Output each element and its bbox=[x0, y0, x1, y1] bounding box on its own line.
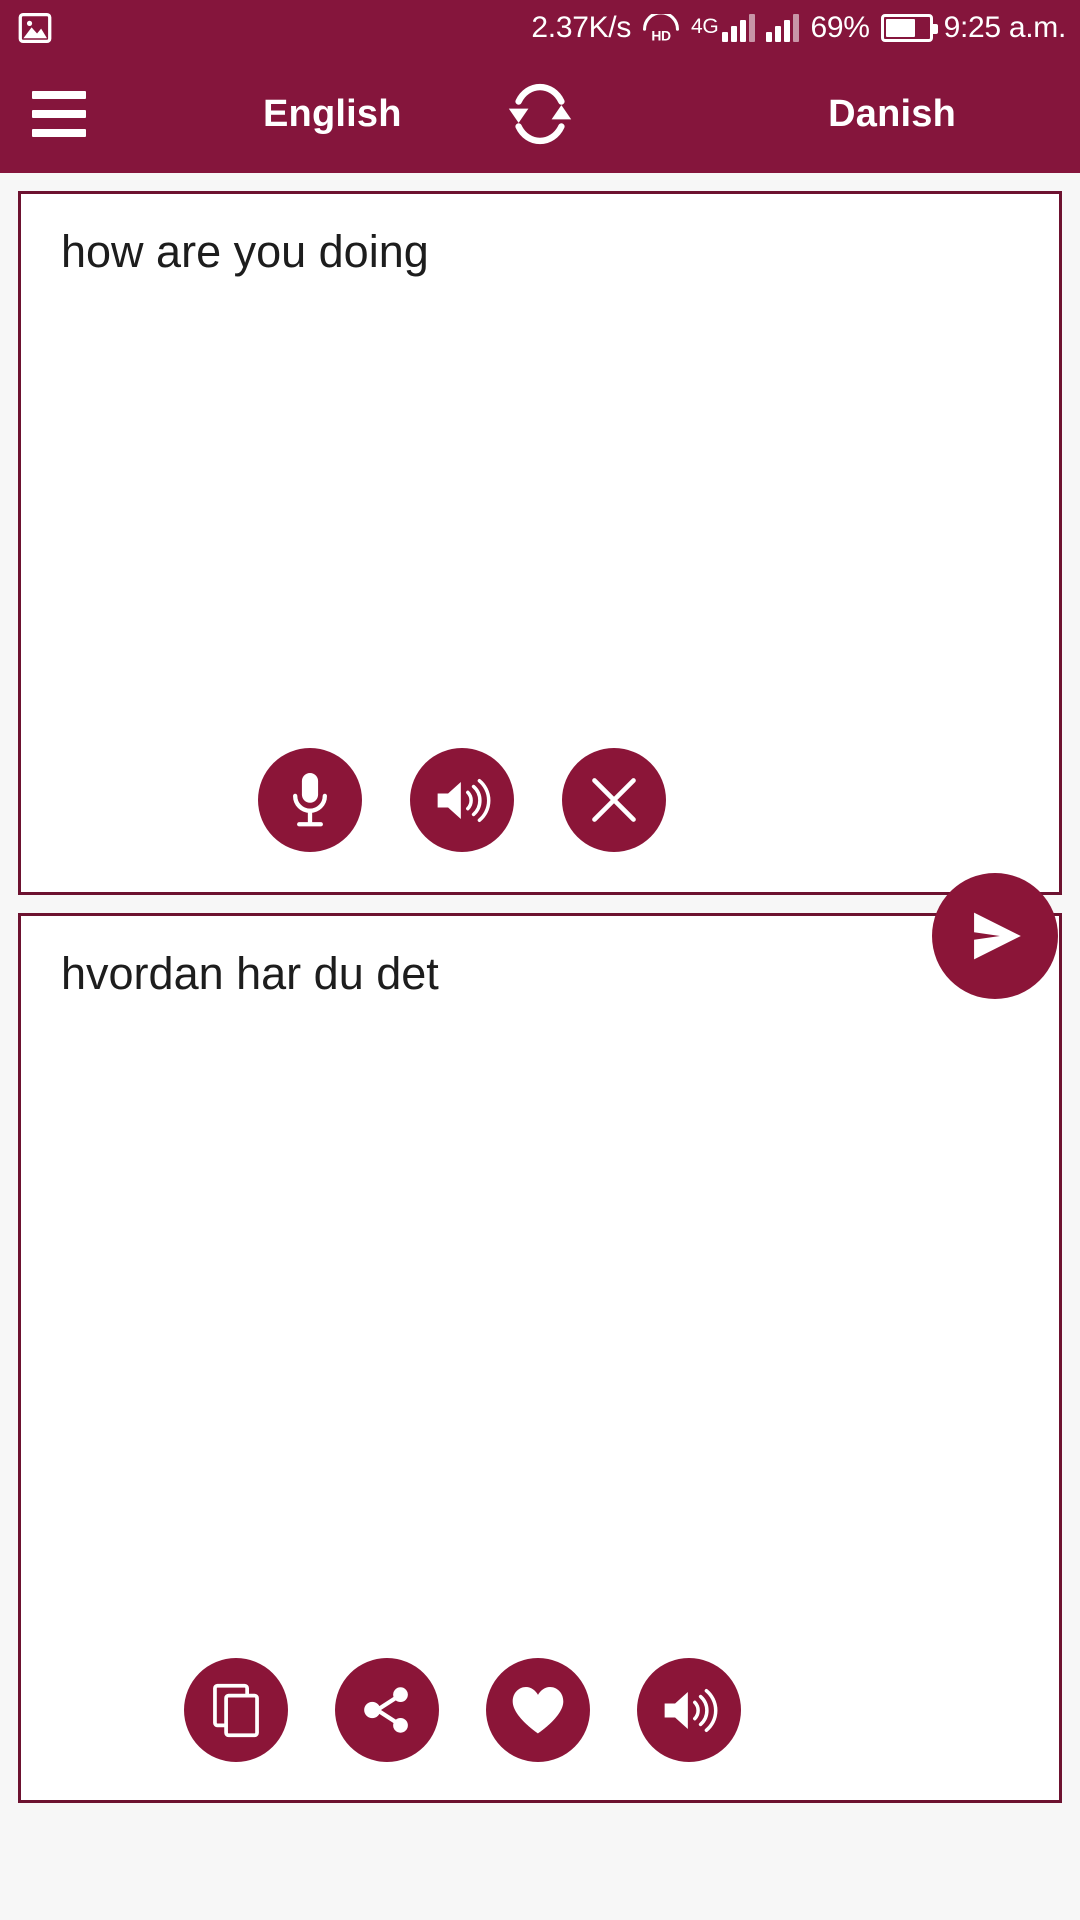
translate-send-button[interactable] bbox=[932, 873, 1058, 999]
hamburger-menu-icon[interactable] bbox=[32, 75, 110, 153]
source-action-row bbox=[258, 748, 666, 852]
main-content: how are you doing hvordan har du det bbox=[0, 173, 1080, 1920]
signal-bars-sim1 bbox=[722, 13, 756, 42]
signal-bars-sim2 bbox=[766, 13, 800, 42]
send-icon bbox=[963, 905, 1027, 967]
swap-languages-icon[interactable] bbox=[499, 73, 581, 155]
source-text-input[interactable]: how are you doing bbox=[61, 224, 1019, 280]
source-speak-button[interactable] bbox=[410, 748, 514, 852]
hd-call-icon: HD bbox=[642, 13, 680, 42]
network-speed-text: 2.37K/s bbox=[531, 10, 632, 44]
svg-text:HD: HD bbox=[651, 27, 671, 41]
target-action-row bbox=[184, 1658, 741, 1762]
battery-percent-text: 69% bbox=[810, 10, 870, 44]
copy-button[interactable] bbox=[184, 1658, 288, 1762]
copy-icon bbox=[210, 1682, 262, 1739]
favorite-button[interactable] bbox=[486, 1658, 590, 1762]
share-icon bbox=[360, 1683, 414, 1737]
status-bar-clock: 9:25 a.m. bbox=[943, 10, 1067, 44]
status-bar: 2.37K/s HD 4G 69% 9:25 a.m. bbox=[0, 0, 1080, 55]
battery-icon bbox=[880, 13, 938, 42]
translated-text-panel[interactable]: hvordan har du det bbox=[18, 913, 1062, 1803]
heart-icon bbox=[509, 1684, 567, 1737]
source-language-selector[interactable]: English bbox=[263, 93, 402, 136]
translated-text: hvordan har du det bbox=[61, 948, 439, 999]
gallery-icon bbox=[18, 12, 52, 43]
target-language-selector[interactable]: Danish bbox=[828, 93, 956, 136]
app-header: English Danish bbox=[0, 55, 1080, 173]
target-speak-button[interactable] bbox=[637, 1658, 741, 1762]
speaker-icon bbox=[660, 1686, 718, 1735]
mic-button[interactable] bbox=[258, 748, 362, 852]
signal-sim1-group: 4G bbox=[691, 13, 756, 42]
microphone-icon bbox=[286, 769, 334, 831]
close-icon bbox=[588, 774, 640, 826]
network-type-label: 4G bbox=[691, 14, 719, 38]
signal-sim2-group bbox=[766, 13, 800, 42]
status-bar-right: 2.37K/s HD 4G 69% 9:25 a.m. bbox=[531, 11, 1066, 45]
source-text-panel[interactable]: how are you doing bbox=[18, 191, 1062, 895]
speaker-icon bbox=[433, 776, 491, 825]
clear-button[interactable] bbox=[562, 748, 666, 852]
share-button[interactable] bbox=[335, 1658, 439, 1762]
status-bar-left bbox=[18, 12, 52, 43]
